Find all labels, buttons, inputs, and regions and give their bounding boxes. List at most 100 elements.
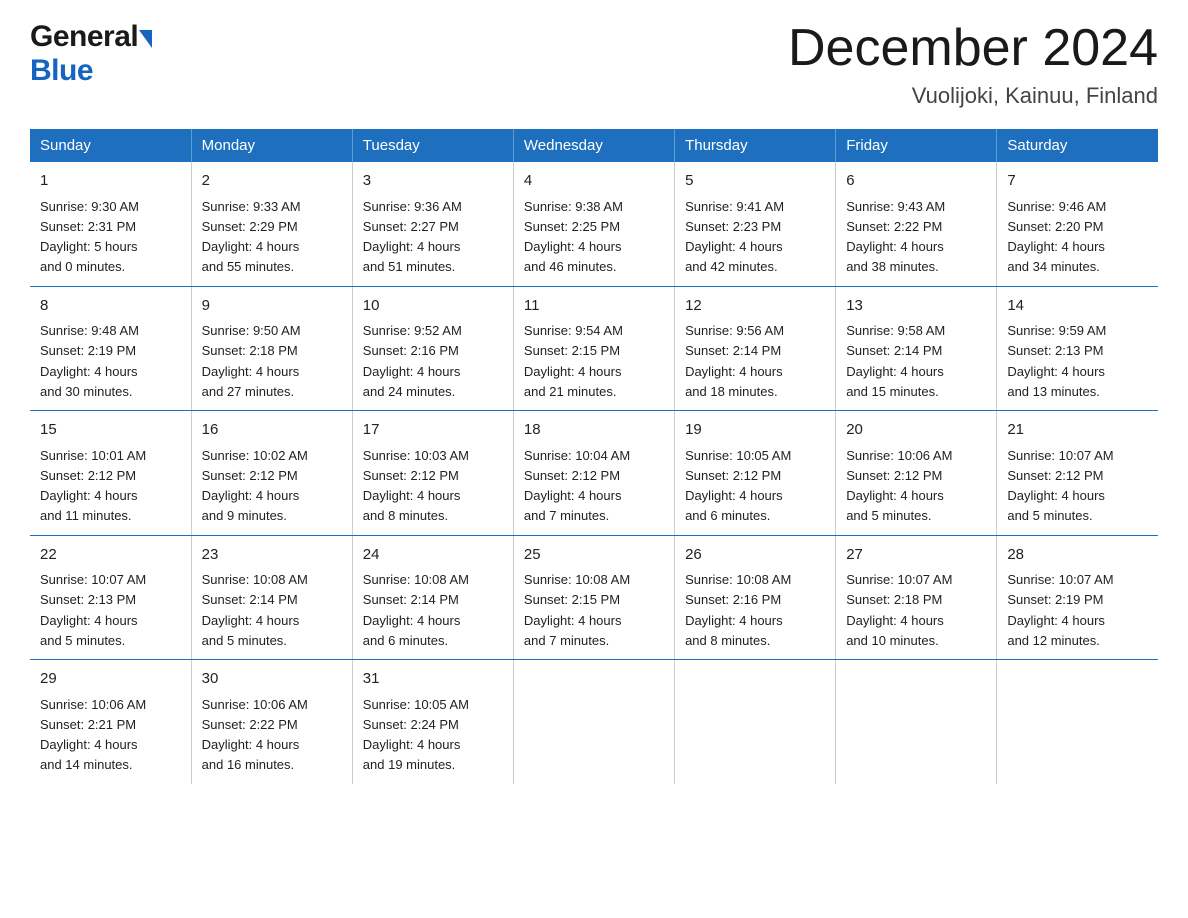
day-info: Sunrise: 10:03 AMSunset: 2:12 PMDaylight…: [363, 448, 469, 524]
calendar-day-cell: 11 Sunrise: 9:54 AMSunset: 2:15 PMDaylig…: [513, 286, 674, 411]
day-number: 27: [846, 544, 986, 567]
day-number: 10: [363, 295, 503, 318]
day-info: Sunrise: 9:30 AMSunset: 2:31 PMDaylight:…: [40, 199, 139, 275]
calendar-week-row: 8 Sunrise: 9:48 AMSunset: 2:19 PMDayligh…: [30, 286, 1158, 411]
day-number: 15: [40, 419, 181, 442]
day-info: Sunrise: 10:07 AMSunset: 2:18 PMDaylight…: [846, 572, 952, 648]
calendar-day-cell: 28 Sunrise: 10:07 AMSunset: 2:19 PMDayli…: [997, 535, 1158, 660]
day-number: 29: [40, 668, 181, 691]
day-number: 13: [846, 295, 986, 318]
header-saturday: Saturday: [997, 129, 1158, 162]
calendar-day-cell: [997, 660, 1158, 784]
logo-triangle-icon: [139, 30, 152, 48]
day-number: 25: [524, 544, 664, 567]
calendar-day-cell: 16 Sunrise: 10:02 AMSunset: 2:12 PMDayli…: [191, 411, 352, 536]
calendar-day-cell: 23 Sunrise: 10:08 AMSunset: 2:14 PMDayli…: [191, 535, 352, 660]
day-number: 30: [202, 668, 342, 691]
day-number: 6: [846, 170, 986, 193]
header-wednesday: Wednesday: [513, 129, 674, 162]
day-number: 21: [1007, 419, 1148, 442]
calendar-day-cell: 4 Sunrise: 9:38 AMSunset: 2:25 PMDayligh…: [513, 162, 674, 286]
day-info: Sunrise: 10:08 AMSunset: 2:14 PMDaylight…: [202, 572, 308, 648]
day-number: 20: [846, 419, 986, 442]
header-sunday: Sunday: [30, 129, 191, 162]
day-info: Sunrise: 10:01 AMSunset: 2:12 PMDaylight…: [40, 448, 146, 524]
day-number: 5: [685, 170, 825, 193]
calendar-day-cell: 17 Sunrise: 10:03 AMSunset: 2:12 PMDayli…: [352, 411, 513, 536]
calendar-day-cell: 3 Sunrise: 9:36 AMSunset: 2:27 PMDayligh…: [352, 162, 513, 286]
day-info: Sunrise: 10:07 AMSunset: 2:13 PMDaylight…: [40, 572, 146, 648]
calendar-day-cell: 20 Sunrise: 10:06 AMSunset: 2:12 PMDayli…: [836, 411, 997, 536]
calendar-day-cell: [836, 660, 997, 784]
day-number: 14: [1007, 295, 1148, 318]
day-number: 18: [524, 419, 664, 442]
day-number: 28: [1007, 544, 1148, 567]
calendar-day-cell: 24 Sunrise: 10:08 AMSunset: 2:14 PMDayli…: [352, 535, 513, 660]
day-info: Sunrise: 9:36 AMSunset: 2:27 PMDaylight:…: [363, 199, 462, 275]
day-info: Sunrise: 9:50 AMSunset: 2:18 PMDaylight:…: [202, 323, 301, 399]
day-info: Sunrise: 10:05 AMSunset: 2:12 PMDaylight…: [685, 448, 791, 524]
calendar-header-row: SundayMondayTuesdayWednesdayThursdayFrid…: [30, 129, 1158, 162]
header-thursday: Thursday: [675, 129, 836, 162]
calendar-day-cell: 5 Sunrise: 9:41 AMSunset: 2:23 PMDayligh…: [675, 162, 836, 286]
calendar-title: December 2024: [788, 20, 1158, 77]
day-info: Sunrise: 9:43 AMSunset: 2:22 PMDaylight:…: [846, 199, 945, 275]
calendar-day-cell: [675, 660, 836, 784]
day-number: 8: [40, 295, 181, 318]
page-header: General Blue December 2024 Vuolijoki, Ka…: [30, 20, 1158, 109]
calendar-week-row: 29 Sunrise: 10:06 AMSunset: 2:21 PMDayli…: [30, 660, 1158, 784]
day-number: 19: [685, 419, 825, 442]
day-info: Sunrise: 9:38 AMSunset: 2:25 PMDaylight:…: [524, 199, 623, 275]
calendar-week-row: 15 Sunrise: 10:01 AMSunset: 2:12 PMDayli…: [30, 411, 1158, 536]
day-number: 16: [202, 419, 342, 442]
header-friday: Friday: [836, 129, 997, 162]
day-info: Sunrise: 10:02 AMSunset: 2:12 PMDaylight…: [202, 448, 308, 524]
day-info: Sunrise: 9:59 AMSunset: 2:13 PMDaylight:…: [1007, 323, 1106, 399]
day-number: 24: [363, 544, 503, 567]
header-tuesday: Tuesday: [352, 129, 513, 162]
day-number: 22: [40, 544, 181, 567]
calendar-subtitle: Vuolijoki, Kainuu, Finland: [788, 83, 1158, 109]
logo: General Blue: [30, 20, 152, 88]
calendar-table: SundayMondayTuesdayWednesdayThursdayFrid…: [30, 129, 1158, 784]
calendar-day-cell: 13 Sunrise: 9:58 AMSunset: 2:14 PMDaylig…: [836, 286, 997, 411]
calendar-day-cell: 22 Sunrise: 10:07 AMSunset: 2:13 PMDayli…: [30, 535, 191, 660]
calendar-day-cell: 19 Sunrise: 10:05 AMSunset: 2:12 PMDayli…: [675, 411, 836, 536]
calendar-day-cell: 26 Sunrise: 10:08 AMSunset: 2:16 PMDayli…: [675, 535, 836, 660]
day-number: 1: [40, 170, 181, 193]
header-monday: Monday: [191, 129, 352, 162]
day-info: Sunrise: 9:58 AMSunset: 2:14 PMDaylight:…: [846, 323, 945, 399]
calendar-day-cell: 14 Sunrise: 9:59 AMSunset: 2:13 PMDaylig…: [997, 286, 1158, 411]
day-info: Sunrise: 10:08 AMSunset: 2:16 PMDaylight…: [685, 572, 791, 648]
calendar-day-cell: 7 Sunrise: 9:46 AMSunset: 2:20 PMDayligh…: [997, 162, 1158, 286]
day-info: Sunrise: 9:33 AMSunset: 2:29 PMDaylight:…: [202, 199, 301, 275]
day-number: 23: [202, 544, 342, 567]
day-info: Sunrise: 9:52 AMSunset: 2:16 PMDaylight:…: [363, 323, 462, 399]
day-info: Sunrise: 9:48 AMSunset: 2:19 PMDaylight:…: [40, 323, 139, 399]
calendar-week-row: 1 Sunrise: 9:30 AMSunset: 2:31 PMDayligh…: [30, 162, 1158, 286]
calendar-day-cell: 30 Sunrise: 10:06 AMSunset: 2:22 PMDayli…: [191, 660, 352, 784]
calendar-day-cell: 9 Sunrise: 9:50 AMSunset: 2:18 PMDayligh…: [191, 286, 352, 411]
calendar-day-cell: 1 Sunrise: 9:30 AMSunset: 2:31 PMDayligh…: [30, 162, 191, 286]
day-info: Sunrise: 9:56 AMSunset: 2:14 PMDaylight:…: [685, 323, 784, 399]
day-info: Sunrise: 10:07 AMSunset: 2:19 PMDaylight…: [1007, 572, 1113, 648]
day-info: Sunrise: 9:46 AMSunset: 2:20 PMDaylight:…: [1007, 199, 1106, 275]
calendar-day-cell: 25 Sunrise: 10:08 AMSunset: 2:15 PMDayli…: [513, 535, 674, 660]
day-info: Sunrise: 10:06 AMSunset: 2:22 PMDaylight…: [202, 697, 308, 773]
calendar-day-cell: 15 Sunrise: 10:01 AMSunset: 2:12 PMDayli…: [30, 411, 191, 536]
day-info: Sunrise: 10:06 AMSunset: 2:21 PMDaylight…: [40, 697, 146, 773]
day-info: Sunrise: 10:08 AMSunset: 2:15 PMDaylight…: [524, 572, 630, 648]
day-info: Sunrise: 10:04 AMSunset: 2:12 PMDaylight…: [524, 448, 630, 524]
day-number: 11: [524, 295, 664, 318]
day-info: Sunrise: 10:06 AMSunset: 2:12 PMDaylight…: [846, 448, 952, 524]
day-number: 4: [524, 170, 664, 193]
calendar-day-cell: 31 Sunrise: 10:05 AMSunset: 2:24 PMDayli…: [352, 660, 513, 784]
calendar-day-cell: 12 Sunrise: 9:56 AMSunset: 2:14 PMDaylig…: [675, 286, 836, 411]
day-info: Sunrise: 9:41 AMSunset: 2:23 PMDaylight:…: [685, 199, 784, 275]
calendar-day-cell: [513, 660, 674, 784]
day-number: 26: [685, 544, 825, 567]
day-number: 2: [202, 170, 342, 193]
calendar-day-cell: 27 Sunrise: 10:07 AMSunset: 2:18 PMDayli…: [836, 535, 997, 660]
calendar-day-cell: 18 Sunrise: 10:04 AMSunset: 2:12 PMDayli…: [513, 411, 674, 536]
title-area: December 2024 Vuolijoki, Kainuu, Finland: [788, 20, 1158, 109]
